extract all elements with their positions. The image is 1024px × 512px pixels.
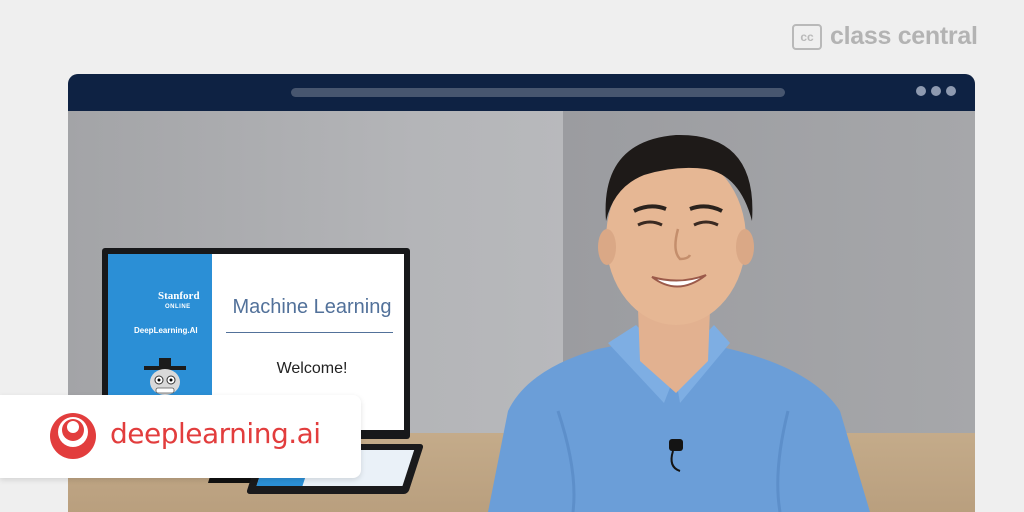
menu-dot — [946, 86, 956, 96]
deeplearning-logo-icon — [50, 413, 96, 459]
slide-title: Machine Learning — [232, 296, 392, 318]
deeplearning-ai-label: deeplearning.ai — [110, 417, 321, 450]
stanford-label: Stanford — [158, 290, 200, 302]
slide-divider — [226, 332, 393, 333]
menu-dot — [916, 86, 926, 96]
cc-badge-icon: cc — [792, 23, 822, 50]
slide-subtitle: Welcome! — [276, 360, 348, 377]
menu-dot — [931, 86, 941, 96]
presenter — [488, 134, 870, 512]
online-label: ONLINE — [165, 304, 191, 310]
window-titlebar — [68, 74, 975, 111]
class-central-logo[interactable]: cc class central — [792, 22, 978, 51]
brand-name: class central — [830, 22, 978, 50]
window-menu-dots-icon[interactable] — [916, 86, 956, 96]
deeplearning-mini-label: DeepLearning.AI — [134, 326, 198, 335]
deeplearning-ai-badge[interactable]: deeplearning.ai — [0, 395, 361, 478]
address-bar[interactable] — [291, 88, 785, 97]
